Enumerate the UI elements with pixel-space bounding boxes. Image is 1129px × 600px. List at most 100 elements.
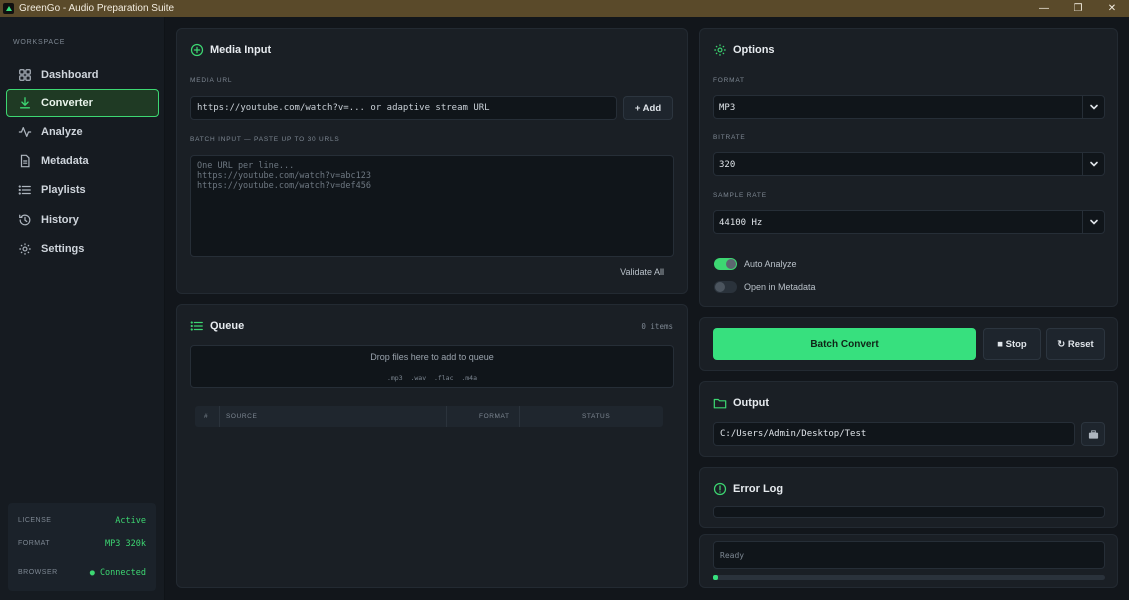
media-input-panel: Media Input MEDIA URL https://youtube.co… [176,28,688,294]
plus-circle-icon [190,43,204,57]
sidebar-item-dashboard[interactable]: Dashboard [6,61,159,89]
sidebar-item-settings[interactable]: Settings [6,235,159,263]
browser-value: ● Connected [89,568,146,578]
output-header: Output [713,396,769,410]
queue-dropzone[interactable]: Drop files here to add to queue .mp3 .wa… [190,345,674,388]
panel-title: Queue [210,320,245,332]
options-header: Options [713,43,775,57]
error-log-header: Error Log [713,482,783,496]
sidebar-item-converter[interactable]: Converter [6,89,159,117]
progress-fill [713,575,718,580]
list-icon [18,183,32,197]
sample-rate-label: SAMPLE RATE [713,192,767,199]
sidebar-item-label: History [41,214,79,226]
maximize-button[interactable]: ❐ [1061,0,1095,17]
sidebar-item-playlists[interactable]: Playlists [6,176,159,204]
chevron-down-icon[interactable] [1082,153,1104,175]
history-icon [18,213,32,227]
sidebar-item-label: Playlists [41,184,86,196]
title-bar: GreenGo - Audio Preparation Suite — ❐ ✕ [0,0,1129,17]
sidebar-item-metadata[interactable]: Metadata [6,147,159,175]
chevron-down-icon[interactable] [1082,211,1104,233]
window-title: GreenGo - Audio Preparation Suite [19,3,175,14]
output-path-input[interactable]: C:/Users/Admin/Desktop/Test [713,422,1075,446]
sidebar-item-label: Converter [41,97,93,109]
sample-rate-select[interactable]: 44100 Hz [713,210,1105,234]
reset-button[interactable]: ↻ Reset [1046,328,1105,360]
format-value: MP3 320k [105,539,146,549]
add-url-button[interactable]: + Add [623,96,673,120]
bitrate-select[interactable]: 320 [713,152,1105,176]
error-log-panel: Error Log [699,467,1118,528]
auto-analyze-toggle[interactable] [714,258,737,270]
media-input-header: Media Input [190,43,271,57]
column-header-index: # [204,413,209,420]
column-header-status: STATUS [582,413,611,420]
column-divider [519,406,520,427]
gear-icon [713,43,727,57]
queue-count: 0 items [641,322,673,331]
actions-panel: Batch Convert ■ Stop ↻ Reset [699,317,1118,371]
chevron-down-icon[interactable] [1082,96,1104,118]
dashboard-icon [18,68,32,82]
close-button[interactable]: ✕ [1095,0,1129,17]
sidebar-item-label: Metadata [41,155,89,167]
bitrate-label: BITRATE [713,134,746,141]
app-logo-icon [3,3,14,14]
waveform-icon [18,125,32,139]
status-text: Ready [713,541,1105,569]
browser-label: BROWSER [18,569,58,576]
format-select[interactable]: MP3 [713,95,1105,119]
sidebar-section-label: WORKSPACE [13,39,66,46]
auto-analyze-row: Auto Analyze [714,258,797,270]
sample-rate-select-value: 44100 Hz [719,218,763,228]
error-log-area [713,506,1105,518]
format-label: FORMAT [18,540,51,547]
column-divider [446,406,447,427]
format-select-value: MP3 [719,103,736,113]
dropzone-text: Drop files here to add to queue [370,352,494,362]
batch-convert-button[interactable]: Batch Convert [713,328,976,360]
column-header-source: SOURCE [226,413,258,420]
column-header-format: FORMAT [479,413,510,420]
batch-input-textarea[interactable]: One URL per line... https://youtube.com/… [190,155,674,257]
options-panel: Options FORMAT MP3 BITRATE 320 SAMPLE RA… [699,28,1118,307]
sidebar-item-analyze[interactable]: Analyze [6,118,159,146]
sidebar-item-label: Dashboard [41,69,99,81]
browse-folder-button[interactable] [1081,422,1105,446]
progress-bar [713,575,1105,580]
license-value: Active [115,516,146,526]
sidebar-item-label: Settings [41,243,85,255]
document-icon [18,154,32,168]
format-label: FORMAT [713,77,745,84]
folder-icon [713,396,727,410]
minimize-button[interactable]: — [1027,0,1061,17]
window-controls: — ❐ ✕ [1027,0,1129,17]
sidebar-item-label: Analyze [41,126,83,138]
media-url-input[interactable]: https://youtube.com/watch?v=... or adapt… [190,96,617,120]
panel-title: Output [733,397,770,409]
license-label: LICENSE [18,517,52,524]
browser-row: BROWSER ● Connected [8,566,156,580]
bitrate-select-value: 320 [719,160,736,170]
panel-title: Media Input [210,44,272,56]
panel-title: Options [733,44,775,56]
queue-panel: Queue 0 items Drop files here to add to … [176,304,688,588]
panel-title: Error Log [733,483,784,495]
list-icon [190,319,204,333]
media-url-label: MEDIA URL [190,77,233,84]
sidebar-item-history[interactable]: History [6,206,159,234]
alert-circle-icon [713,482,727,496]
sidebar: WORKSPACE Dashboard Converter Analyze Me… [0,17,165,600]
open-in-metadata-row: Open in Metadata [714,281,816,293]
briefcase-icon [1088,429,1099,440]
batch-input-label: BATCH INPUT — PASTE UP TO 30 URLS [190,136,340,143]
stop-button[interactable]: ■ Stop [983,328,1041,360]
toggle-label: Open in Metadata [744,282,816,292]
dropzone-formats: .mp3 .wav .flac .m4a [386,374,477,382]
validate-all-button[interactable]: Validate All [620,267,664,277]
status-panel: Ready [699,534,1118,588]
column-divider [219,406,220,427]
gear-icon [18,242,32,256]
open-in-metadata-toggle[interactable] [714,281,737,293]
